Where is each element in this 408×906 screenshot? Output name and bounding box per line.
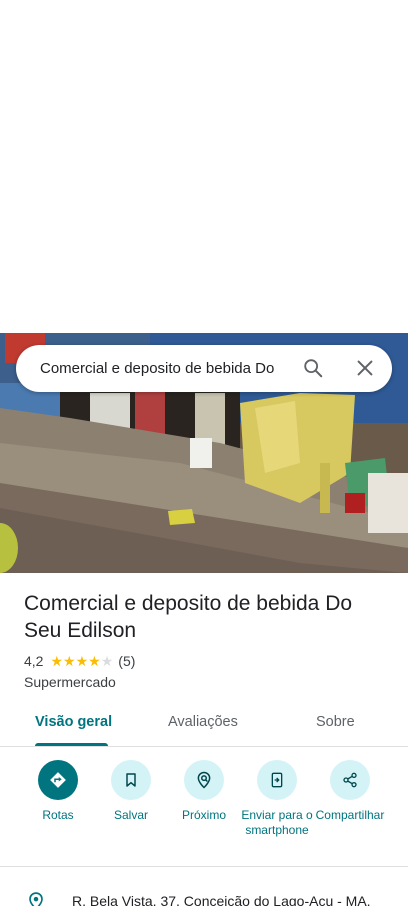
place-category[interactable]: Supermercado [24, 674, 116, 690]
share-icon [343, 772, 357, 788]
close-icon[interactable] [354, 357, 376, 379]
address-text: R. Bela Vista, 37, Conceicão do Lago-Açu… [72, 893, 371, 906]
share-button[interactable]: Compartilhar [311, 760, 389, 823]
divider [0, 866, 408, 867]
send-to-phone-icon [271, 772, 283, 788]
location-pin-icon [29, 892, 43, 906]
star-icon: ★ [75, 653, 89, 669]
bookmark-icon [126, 773, 136, 787]
tab-about[interactable]: Sobre [316, 714, 355, 730]
rating-row[interactable]: 4,2 ★ ★ ★ ★ ★ (5) [24, 653, 135, 669]
directions-icon [50, 772, 66, 788]
rating-value: 4,2 [24, 653, 44, 669]
search-input[interactable]: Comercial e deposito de bebida Do [40, 360, 290, 377]
place-details-page: Comercial e deposito de bebida Do Comerc… [0, 0, 408, 906]
place-title: Comercial e deposito de bebida Do Seu Ed… [24, 592, 353, 642]
send-to-phone-label: Enviar para o smartphone [241, 808, 313, 837]
nearby-button[interactable]: Próximo [165, 760, 243, 823]
search-icon[interactable] [302, 357, 324, 379]
save-label: Salvar [113, 808, 148, 822]
tab-reviews[interactable]: Avaliações [168, 714, 238, 730]
nearby-label: Próximo [181, 808, 226, 822]
directions-button[interactable]: Rotas [19, 760, 97, 823]
star-icon: ★ [100, 653, 114, 669]
active-tab-indicator [35, 743, 108, 746]
share-label: Compartilhar [315, 808, 385, 822]
star-icon: ★ [50, 653, 64, 669]
map-area[interactable] [0, 0, 408, 333]
star-icon: ★ [63, 653, 76, 669]
tab-overview[interactable]: Visão geral [35, 714, 112, 730]
save-button[interactable]: Salvar [92, 760, 170, 823]
action-bar: Rotas Salvar Próximo Enviar para o smart… [0, 760, 408, 866]
star-icon: ★ [88, 653, 101, 669]
search-bar[interactable]: Comercial e deposito de bebida Do [16, 345, 392, 392]
send-to-phone-button[interactable]: Enviar para o smartphone [238, 760, 316, 838]
tab-bar: Visão geral Avaliações Sobre [0, 704, 408, 747]
rating-stars: ★ ★ ★ ★ ★ [50, 654, 113, 668]
address-row[interactable]: R. Bela Vista, 37, Conceicão do Lago-Açu… [0, 886, 408, 906]
review-count[interactable]: (5) [118, 653, 135, 669]
nearby-icon [197, 771, 211, 789]
directions-label: Rotas [42, 808, 74, 822]
